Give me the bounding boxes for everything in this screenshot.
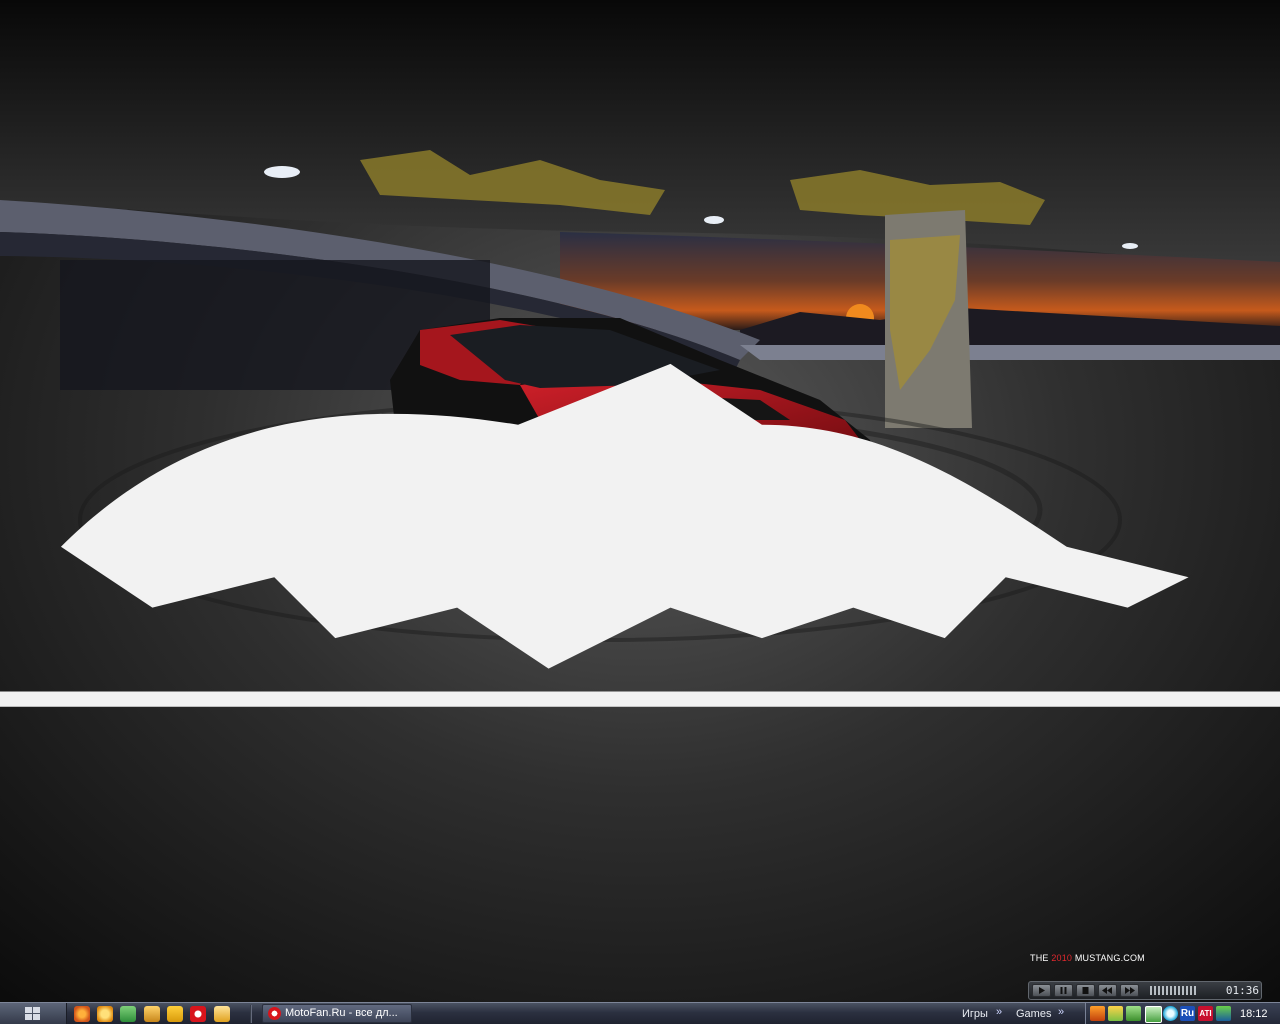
tool-icon[interactable] — [120, 1006, 136, 1022]
stop-icon — [1082, 987, 1089, 994]
folder-icon[interactable] — [214, 1006, 230, 1022]
task-label: MotoFan.Ru - все дл... — [285, 1007, 398, 1019]
ati-icon[interactable]: ATI — [1198, 1006, 1213, 1021]
toolbar-games[interactable]: Games — [1016, 1008, 1051, 1020]
desktop-wallpaper: THE 2010 MUSTANG.COM — [0, 0, 1280, 1002]
icq-icon[interactable] — [1145, 1006, 1162, 1023]
media-player-bar: 01:36 — [1028, 981, 1262, 1000]
3d-icon[interactable] — [1216, 1006, 1231, 1021]
language-icon[interactable]: Ru — [1180, 1006, 1195, 1021]
toolbar-igry[interactable]: Игры — [962, 1008, 988, 1020]
network-icon[interactable] — [1108, 1006, 1123, 1021]
player-time: 01:36 — [1225, 984, 1259, 997]
start-button[interactable] — [0, 1003, 67, 1024]
avast-icon[interactable] — [97, 1006, 113, 1022]
stop-button[interactable] — [1076, 984, 1095, 997]
home-icon[interactable] — [144, 1006, 160, 1022]
previous-icon — [1102, 987, 1112, 994]
opera-icon — [268, 1007, 281, 1020]
previous-button[interactable] — [1098, 984, 1117, 997]
pause-icon — [1060, 987, 1067, 994]
pause-button[interactable] — [1054, 984, 1073, 997]
windows-logo-icon — [25, 1007, 40, 1020]
butterfly-icon[interactable] — [167, 1006, 183, 1022]
taskbar: MotoFan.Ru - все дл... Игры » Games » Ru… — [0, 1002, 1280, 1024]
tool-icon[interactable] — [1126, 1006, 1141, 1021]
media-icon[interactable] — [1090, 1006, 1105, 1021]
opera-icon[interactable] — [190, 1006, 206, 1022]
chevron-right-icon[interactable]: » — [1058, 1006, 1064, 1018]
taskbar-separator — [250, 1005, 252, 1023]
clock[interactable]: 18:12 — [1240, 1008, 1268, 1020]
seek-bar[interactable] — [1150, 986, 1198, 995]
skype-icon[interactable] — [1163, 1006, 1178, 1021]
task-button-motofan[interactable]: MotoFan.Ru - все дл... — [262, 1004, 412, 1023]
mustang-logo-icon — [0, 363, 1280, 707]
play-icon — [1039, 987, 1045, 994]
play-button[interactable] — [1032, 984, 1051, 997]
next-button[interactable] — [1120, 984, 1139, 997]
chevron-right-icon[interactable]: » — [996, 1006, 1002, 1018]
firefox-icon[interactable] — [74, 1006, 90, 1022]
next-icon — [1125, 987, 1135, 994]
